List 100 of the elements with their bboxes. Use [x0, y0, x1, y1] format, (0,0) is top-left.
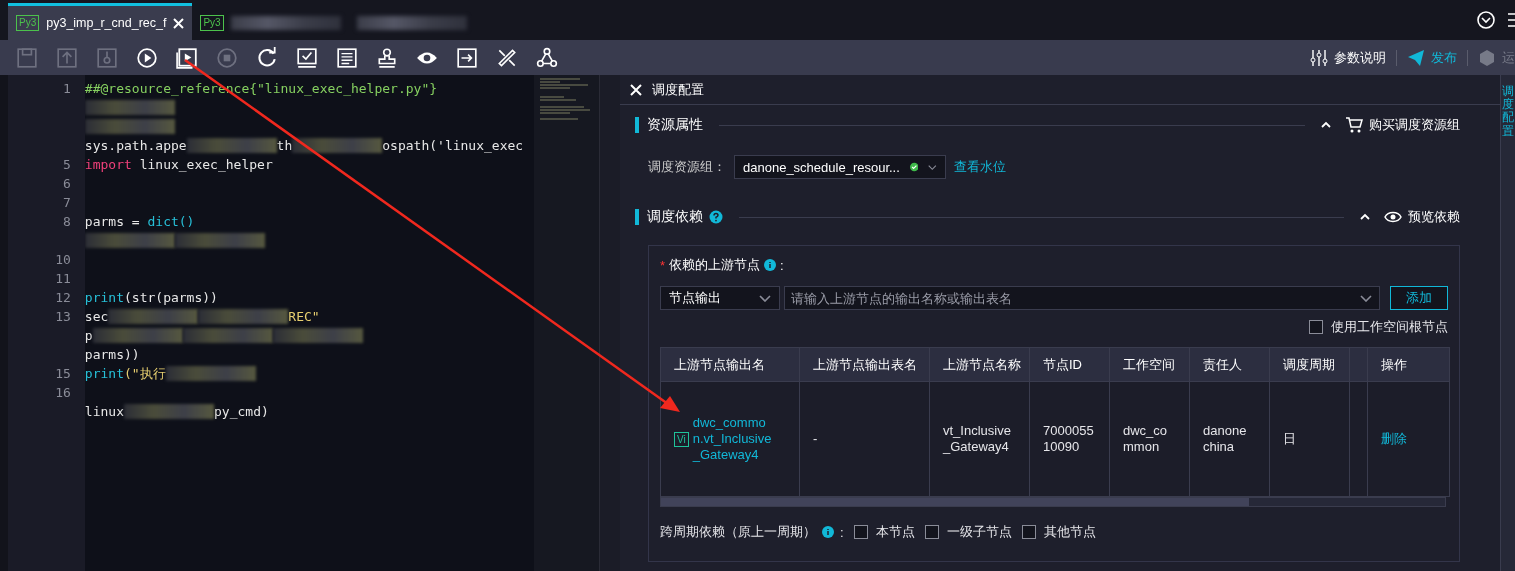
- info-icon: [822, 526, 834, 538]
- side-tab[interactable]: 调度配置: [1502, 85, 1514, 138]
- checkbox-label: 本节点: [875, 523, 915, 541]
- column-header: 调度周期: [1269, 347, 1350, 382]
- line-number: 12: [54, 289, 72, 307]
- table-cell: vt_Inclusive_Gateway4: [929, 381, 1030, 497]
- table-cell: dwc_common: [1109, 381, 1190, 497]
- checkbox[interactable]: [1021, 525, 1036, 539]
- code-text: REC": [288, 308, 320, 326]
- column-header: 工作空间: [1109, 347, 1190, 382]
- line-number: 8: [62, 213, 72, 231]
- publish-button[interactable]: 发布: [1397, 48, 1467, 67]
- column-header: 上游节点名称: [929, 347, 1030, 382]
- output-name-link[interactable]: dwc_common.vt_Inclusive_Gateway4: [692, 415, 773, 463]
- code-text: linux: [84, 403, 124, 421]
- field-label: 跨周期依赖（原上一周期）: [660, 523, 816, 541]
- horizontal-scrollbar[interactable]: [660, 497, 1446, 507]
- close-icon: [173, 17, 185, 29]
- section-title: 资源属性: [647, 116, 703, 134]
- view-badge: Vi: [674, 431, 689, 447]
- checkbox[interactable]: [853, 525, 868, 539]
- code-text: (str(parms)): [124, 289, 218, 307]
- line-number: 16: [54, 384, 72, 402]
- code-text: print: [84, 289, 124, 307]
- column-header: 节点ID: [1029, 347, 1110, 382]
- line-number: 11: [54, 270, 72, 288]
- export-icon[interactable]: [456, 46, 478, 69]
- code-text: import: [84, 156, 132, 174]
- column-header: 上游节点输出表名: [799, 347, 930, 382]
- chevron-circle-icon: [1477, 11, 1495, 29]
- code-text: parms)): [84, 346, 140, 364]
- checkbox-icon[interactable]: [296, 46, 318, 69]
- code-text: th: [276, 137, 293, 155]
- refresh-icon[interactable]: [256, 46, 278, 69]
- required-mark: *: [660, 257, 666, 273]
- cart-icon: [1345, 116, 1363, 134]
- ruler-pencil-icon[interactable]: [496, 46, 518, 69]
- lines-icon[interactable]: [336, 46, 358, 69]
- editor-tab[interactable]: Py3 py3_imp_r_cnd_rec_f: [8, 3, 193, 40]
- buy-resource-group-button[interactable]: 购买调度资源组: [1345, 116, 1460, 134]
- line-number: 7: [62, 194, 72, 212]
- code-text: dict(): [147, 213, 195, 231]
- code-text: p: [84, 327, 93, 345]
- table-cell: danone china: [1189, 381, 1270, 497]
- view-watermark-link[interactable]: 查看水位: [954, 158, 1006, 176]
- preview-dependency-button[interactable]: 预览依赖: [1384, 208, 1460, 226]
- field-label: 调度资源组：: [648, 158, 726, 176]
- play-square-icon[interactable]: [176, 46, 198, 69]
- line-number: 13: [54, 308, 72, 326]
- type-select[interactable]: 节点输出: [660, 286, 780, 310]
- delete-link[interactable]: 删除: [1381, 431, 1407, 446]
- colon: :: [780, 257, 784, 273]
- close-icon: [630, 83, 642, 96]
- code-text: ospath('linux_exec: [382, 137, 524, 155]
- play-icon[interactable]: [136, 46, 158, 69]
- checkbox-label: 一级子节点: [946, 523, 1012, 541]
- paper-plane-icon: [1407, 48, 1425, 67]
- upstream-search-field[interactable]: 请输入上游节点的输出名称或输出表名: [784, 286, 1380, 310]
- table-cell: 700005510090: [1029, 381, 1110, 497]
- code-text: ("执行: [124, 365, 166, 383]
- checkbox[interactable]: [1309, 320, 1323, 334]
- add-button[interactable]: 添加: [1390, 286, 1448, 310]
- chevron-down-icon: [759, 294, 771, 302]
- vertical-scrollbar[interactable]: [599, 75, 620, 571]
- column-header: 操作: [1367, 347, 1450, 382]
- help-icon: [709, 210, 723, 224]
- resource-group-select[interactable]: danone_schedule_resour...: [734, 155, 946, 179]
- code-text: py_cmd): [214, 403, 269, 421]
- code-text: sys.path.appe: [84, 137, 187, 155]
- panel-title: 调度配置: [652, 80, 704, 99]
- hexagon-icon: [1478, 48, 1496, 67]
- tab-title: py3_imp_r_cnd_rec_f: [46, 16, 167, 30]
- column-header: 上游节点输出名: [660, 347, 800, 382]
- field-label: 依赖的上游节点: [669, 256, 761, 274]
- line-number: 15: [54, 365, 72, 383]
- params-button[interactable]: 参数说明: [1300, 48, 1396, 67]
- code-text: print: [84, 365, 124, 383]
- editor-tab[interactable]: Py3: [192, 3, 349, 40]
- chevron-down-icon: [1360, 295, 1372, 302]
- line-number: 5: [62, 156, 72, 174]
- code-text: sec: [84, 308, 109, 326]
- python-file-icon: Py3: [200, 15, 224, 31]
- chevron-down-icon: [928, 163, 937, 171]
- code-text: parms =: [84, 213, 141, 231]
- code-text: linux_exec_helper: [138, 156, 273, 174]
- line-number: 6: [62, 175, 72, 193]
- checkbox-label: 其他节点: [1043, 523, 1096, 541]
- line-number: 1: [62, 80, 72, 98]
- colon: :: [840, 524, 844, 540]
- column-header: 责任人: [1189, 347, 1270, 382]
- checkbox[interactable]: [924, 525, 939, 539]
- stamp-icon[interactable]: [376, 46, 398, 69]
- menu-icon: [1507, 11, 1515, 29]
- line-number: 10: [54, 251, 72, 269]
- section-title: 调度依赖: [647, 208, 703, 226]
- python-file-icon: Py3: [16, 15, 40, 31]
- sliders-icon: [1310, 48, 1328, 67]
- table-cell: -: [799, 381, 930, 497]
- table-cell: 日: [1269, 381, 1350, 497]
- nodes-icon[interactable]: [536, 46, 558, 69]
